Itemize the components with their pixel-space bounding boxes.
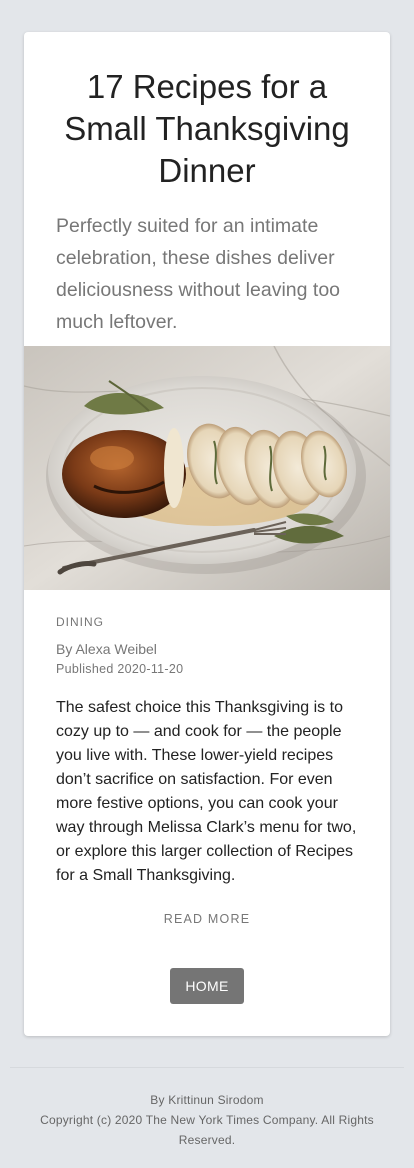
article-title: 17 Recipes for a Small Thanksgiving Dinn… — [64, 68, 350, 189]
footer: By Krittinun Sirodom Copyright (c) 2020 … — [20, 1090, 394, 1150]
footer-author: By Krittinun Sirodom — [150, 1093, 264, 1107]
footer-divider — [10, 1067, 404, 1068]
footer-copyright: Copyright (c) 2020 The New York Times Co… — [40, 1113, 374, 1147]
article-image — [24, 346, 390, 590]
article-summary: Perfectly suited for an intimate celebra… — [56, 215, 341, 333]
published-date: Published 2020-11-20 — [56, 662, 184, 676]
article-abstract: The safest choice this Thanksgiving is t… — [56, 699, 357, 884]
byline: By Alexa Weibel — [56, 641, 157, 657]
read-more-link[interactable]: READ MORE — [24, 912, 390, 926]
section-label: DINING — [56, 615, 104, 629]
home-button[interactable]: HOME — [170, 968, 244, 1004]
article-card: 17 Recipes for a Small Thanksgiving Dinn… — [24, 32, 390, 1036]
